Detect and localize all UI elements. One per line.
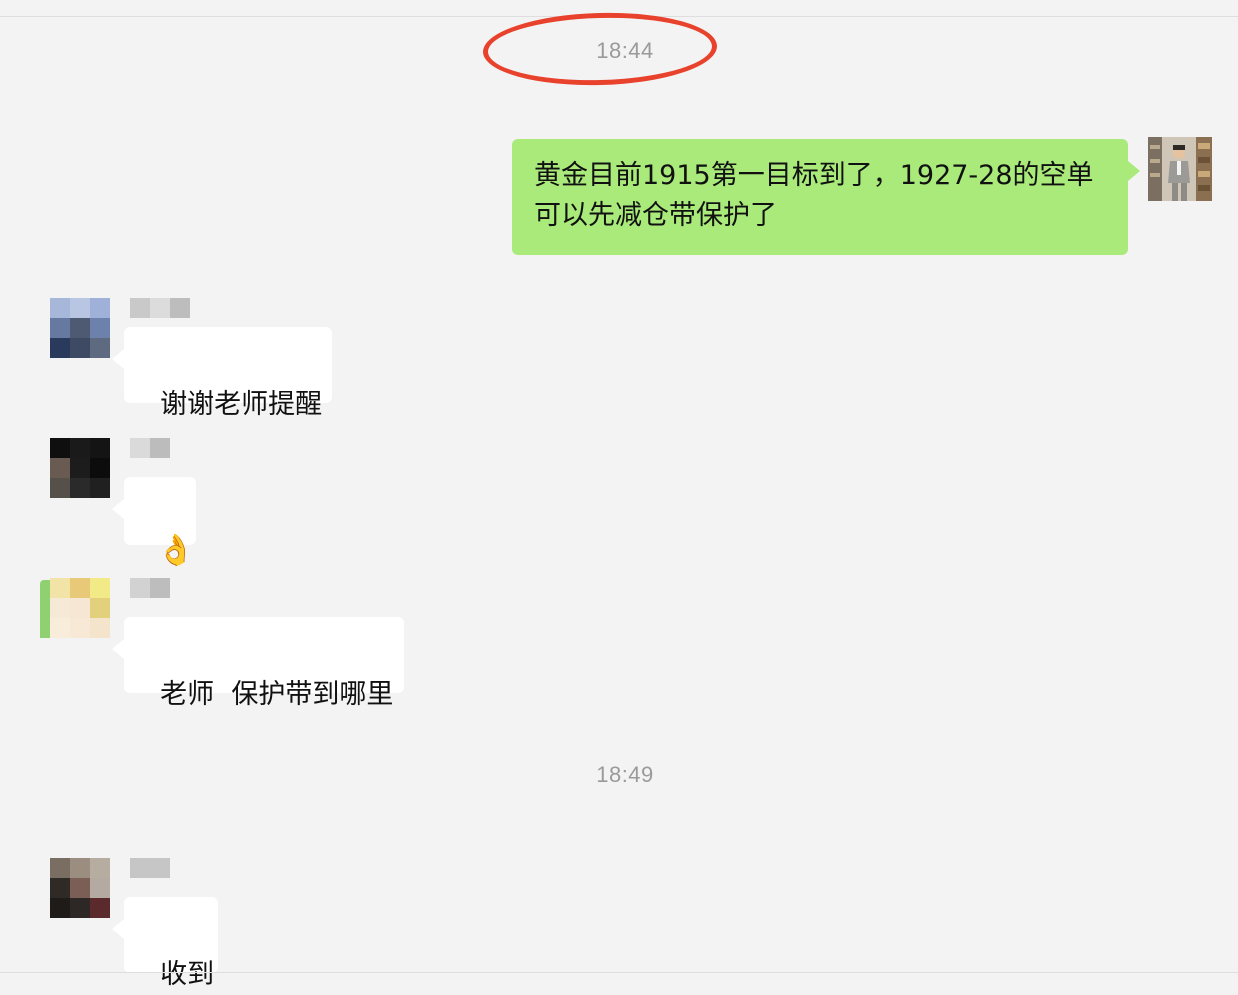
message-text: 收到: [160, 959, 215, 990]
self-avatar[interactable]: [1148, 137, 1212, 201]
sender-name-blurred: [130, 578, 170, 598]
contact-avatar[interactable]: [40, 578, 110, 638]
contact-avatar[interactable]: [50, 858, 110, 918]
ok-hand-emoji: 👌: [157, 533, 195, 568]
message-text-line1: 黄金目前1915第一目标到了，1927-28的空单: [534, 160, 1094, 191]
contact-avatar[interactable]: [50, 298, 110, 358]
contact-avatar[interactable]: [50, 438, 110, 498]
incoming-message-bubble[interactable]: 收到: [112, 897, 218, 990]
outgoing-message-bubble[interactable]: 黄金目前1915第一目标到了，1927-28的空单 可以先减仓带保护了: [512, 139, 1140, 255]
timestamp: 18:49: [596, 762, 654, 787]
pixelated-avatar-icon: [50, 578, 110, 638]
sender-name-blurred: [130, 438, 170, 458]
pixelated-avatar-icon: [50, 298, 110, 358]
highlight-circle: [482, 9, 718, 89]
message-text-line2: 可以先减仓带保护了: [534, 200, 777, 231]
bottom-divider: [0, 972, 1238, 973]
sender-name-blurred: [130, 298, 190, 318]
pixelated-avatar-icon: [50, 858, 110, 918]
incoming-message-bubble[interactable]: 👌: [112, 477, 196, 568]
message-text: 老师 保护带到哪里: [160, 679, 394, 710]
incoming-message-bubble[interactable]: 老师 保护带到哪里: [112, 617, 404, 710]
sender-name-blurred: [130, 858, 170, 878]
incoming-message-bubble[interactable]: 谢谢老师提醒: [112, 327, 332, 420]
user-photo-icon: [1148, 137, 1212, 201]
pixelated-avatar-icon: [50, 438, 110, 498]
message-text: 谢谢老师提醒: [160, 389, 323, 420]
